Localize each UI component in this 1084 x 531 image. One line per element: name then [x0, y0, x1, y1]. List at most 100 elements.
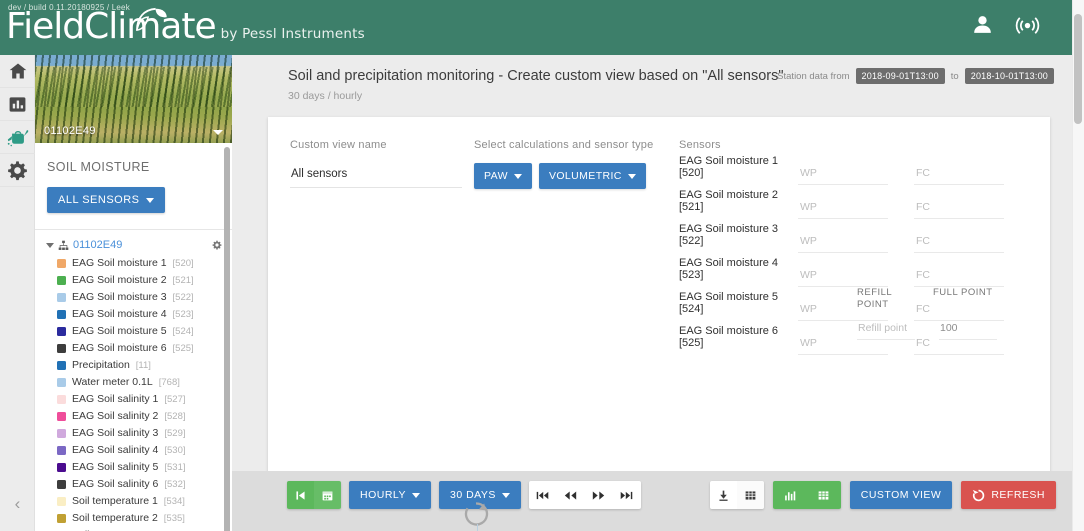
- tree-node[interactable]: EAG Soil salinity 2 [528]: [35, 408, 232, 425]
- grid-icon: [818, 490, 829, 500]
- rail-item-charts[interactable]: [0, 88, 35, 121]
- custom-view-button[interactable]: CUSTOM VIEW: [849, 481, 953, 509]
- refill-point-header: REFILL POINT: [857, 287, 892, 310]
- tree-node-id: [534]: [163, 496, 185, 507]
- calendar-button[interactable]: [314, 481, 341, 509]
- all-sensors-dropdown[interactable]: ALL SENSORS: [47, 187, 165, 213]
- tree-node[interactable]: EAG Soil salinity 5 [531]: [35, 459, 232, 476]
- point-column-headers: REFILL POINT FULL POINT: [857, 287, 993, 311]
- date-from-chip[interactable]: 2018-09-01T13:00: [855, 68, 945, 84]
- station-dropdown-caret-icon[interactable]: [213, 130, 223, 135]
- sensor-color-swatch: [57, 361, 66, 370]
- chart-view-button[interactable]: [772, 481, 807, 509]
- tree-node[interactable]: EAG Soil salinity 3 [529]: [35, 425, 232, 442]
- tree-node[interactable]: EAG Soil moisture 1 [520]: [35, 255, 232, 272]
- tree-node[interactable]: EAG Soil moisture 5 [524]: [35, 323, 232, 340]
- tree-node-label: EAG Soil salinity 3: [72, 427, 159, 439]
- tree-root-node[interactable]: 01102E49: [35, 237, 232, 255]
- tree-settings-gear-icon[interactable]: [212, 240, 222, 250]
- tree-node[interactable]: EAG Soil moisture 4 [523]: [35, 306, 232, 323]
- sensor-color-swatch: [57, 429, 66, 438]
- calendar-icon: [322, 490, 333, 500]
- rail-item-settings[interactable]: [0, 154, 35, 187]
- loading-spinner-icon: [464, 502, 489, 526]
- tree-node[interactable]: Soil temperature 3[536]: [35, 527, 232, 531]
- grid-view-button[interactable]: [806, 481, 841, 509]
- tree-node[interactable]: Precipitation [11]: [35, 357, 232, 374]
- tree-node[interactable]: EAG Soil salinity 6 [532]: [35, 476, 232, 493]
- brand-logo[interactable]: FieldClimate by Pessl Instruments: [6, 8, 365, 46]
- sensor-row: EAG Soil moisture 1 [520]: [679, 155, 1030, 185]
- sensor-row-name: EAG Soil moisture 3 [522]: [679, 223, 779, 247]
- sensor-color-swatch: [57, 344, 66, 353]
- interval-dropdown[interactable]: HOURLY: [349, 481, 431, 509]
- tree-node-id: [11]: [135, 360, 151, 371]
- wilting-point-input[interactable]: [798, 167, 888, 185]
- nav-skip-last-button[interactable]: [613, 481, 641, 509]
- volumetric-dropdown[interactable]: VOLUMETRIC: [538, 163, 646, 189]
- page-scrollbar-thumb[interactable]: [1074, 14, 1082, 124]
- field-capacity-input[interactable]: [914, 235, 1004, 253]
- tree-node[interactable]: EAG Soil moisture 3 [522]: [35, 289, 232, 306]
- tree-node-id: [522]: [172, 292, 194, 303]
- tree-node-id: [520]: [172, 258, 194, 269]
- sidebar-collapse-button[interactable]: ‹: [0, 491, 35, 517]
- tree-node[interactable]: Soil temperature 1 [534]: [35, 493, 232, 510]
- table-export-button[interactable]: [736, 481, 764, 509]
- field-capacity-input[interactable]: [914, 269, 1004, 287]
- wilting-point-input[interactable]: [798, 201, 888, 219]
- bottom-toolbar: HOURLY 30 DAYS CUSTOM VIEW REFRESH: [232, 471, 1072, 531]
- sensor-row: EAG Soil moisture 3 [522]: [679, 223, 1030, 253]
- field-capacity-input[interactable]: [914, 167, 1004, 185]
- nav-step-back-button[interactable]: [557, 481, 585, 509]
- sensor-row-name: EAG Soil moisture 5 [524]: [679, 291, 779, 315]
- date-to-chip[interactable]: 2018-10-01T13:00: [964, 68, 1054, 84]
- paw-dropdown[interactable]: PAW: [474, 163, 532, 189]
- wilting-point-input[interactable]: [798, 235, 888, 253]
- tree-node[interactable]: EAG Soil salinity 4 [530]: [35, 442, 232, 459]
- tree-node[interactable]: Soil temperature 2 [535]: [35, 510, 232, 527]
- tree-node-id: [768]: [158, 377, 180, 388]
- tree-node-label: EAG Soil salinity 5: [72, 461, 159, 473]
- full-point-input[interactable]: [939, 322, 997, 340]
- tree-node-id: [529]: [164, 428, 186, 439]
- wilting-point-input[interactable]: [798, 269, 888, 287]
- custom-view-name-input[interactable]: [290, 168, 462, 188]
- rail-item-home[interactable]: [0, 55, 35, 88]
- tree-node[interactable]: EAG Soil moisture 2 [521]: [35, 272, 232, 289]
- station-signal-icon[interactable]: [1015, 12, 1040, 37]
- tree-node-id: [528]: [164, 411, 186, 422]
- all-sensors-label: ALL SENSORS: [58, 194, 140, 206]
- refresh-button[interactable]: REFRESH: [961, 481, 1056, 509]
- page-header: Soil and precipitation monitoring - Crea…: [232, 55, 1072, 117]
- nav-skip-first-button[interactable]: [529, 481, 557, 509]
- skip-last-icon: [621, 491, 633, 499]
- custom-view-card: Custom view name Select calculations and…: [268, 117, 1050, 528]
- tree-node[interactable]: Water meter 0.1L [768]: [35, 374, 232, 391]
- station-hero-image[interactable]: 01102E49: [35, 55, 232, 143]
- sensor-row: EAG Soil moisture 2 [521]: [679, 189, 1030, 219]
- sensor-tree: 01102E49 EAG Soil moisture 1 [520] EAG Soi…: [35, 230, 232, 531]
- jump-first-button[interactable]: [287, 481, 314, 509]
- nav-step-forward-button[interactable]: [585, 481, 613, 509]
- page-scrollbar-track[interactable]: [1072, 0, 1084, 531]
- tree-node-label: EAG Soil moisture 1: [72, 257, 167, 269]
- sensor-color-swatch: [57, 463, 66, 472]
- field-capacity-input[interactable]: [914, 201, 1004, 219]
- sensor-color-swatch: [57, 446, 66, 455]
- user-icon[interactable]: [970, 12, 995, 37]
- sidebar-scrollbar[interactable]: [224, 147, 230, 531]
- tree-node[interactable]: EAG Soil moisture 6 [525]: [35, 340, 232, 357]
- top-bar-icons: [970, 12, 1040, 37]
- calculations-group: Select calculations and sensor type PAW …: [474, 139, 664, 189]
- refill-point-input[interactable]: [857, 322, 915, 340]
- tree-node[interactable]: EAG Soil salinity 1 [527]: [35, 391, 232, 408]
- download-button[interactable]: [709, 481, 737, 509]
- point-inputs: [857, 322, 997, 340]
- rail-item-irrigation[interactable]: [0, 121, 35, 154]
- tree-root-label: 01102E49: [73, 239, 123, 251]
- tree-node-id: [535]: [163, 513, 185, 524]
- app-root: dev / build 0.11.20180925 / Leek FieldCl…: [0, 0, 1084, 531]
- sensor-color-swatch: [57, 395, 66, 404]
- sensor-row-name: EAG Soil moisture 1 [520]: [679, 155, 779, 179]
